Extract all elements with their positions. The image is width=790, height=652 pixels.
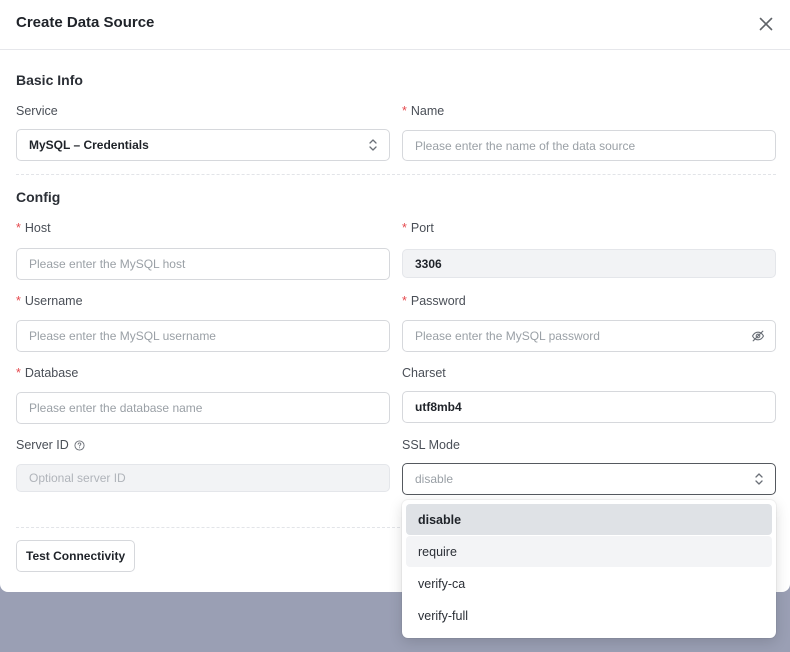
close-icon[interactable] [756,14,776,34]
eye-off-icon[interactable] [751,329,765,343]
help-circle-icon[interactable] [74,439,85,451]
name-label: * Name [402,104,444,118]
charset-label: Charset [402,366,446,380]
service-label: Service [16,104,58,118]
server-id-label-text: Server ID [16,438,69,452]
required-marker: * [16,221,21,235]
config-heading: Config [16,189,61,205]
password-placeholder: Please enter the MySQL password [415,329,600,343]
host-placeholder: Please enter the MySQL host [29,257,186,271]
service-label-text: Service [16,104,58,118]
server-id-label: Server ID [16,438,85,452]
server-id-input[interactable]: Optional server ID [16,464,390,492]
chevron-up-down-icon [753,472,765,486]
username-input[interactable]: Please enter the MySQL username [16,320,390,352]
service-value: MySQL – Credentials [29,138,149,152]
required-marker: * [16,366,21,380]
ssl-mode-label-text: SSL Mode [402,438,460,452]
required-marker: * [402,221,407,235]
charset-value: utf8mb4 [415,400,462,414]
required-marker: * [16,294,21,308]
dialog-header: Create Data Source [0,0,790,50]
test-connectivity-button[interactable]: Test Connectivity [16,540,136,572]
name-label-text: Name [410,104,445,118]
username-label: * Username [16,294,83,308]
name-placeholder: Please enter the name of the data source [415,138,636,153]
password-label-text: Password [410,294,466,308]
ssl-option-verify-ca[interactable]: verify-ca [406,568,772,599]
port-label: * Port [402,221,434,235]
database-placeholder: Please enter the database name [29,401,203,415]
port-input[interactable]: 3306 [402,249,776,278]
charset-label-text: Charset [402,366,446,380]
basic-info-heading: Basic Info [16,72,83,88]
required-marker: * [402,104,407,118]
database-input[interactable]: Please enter the database name [16,392,390,424]
required-marker: * [402,294,407,308]
password-input[interactable]: Please enter the MySQL password [402,320,776,352]
host-input[interactable]: Please enter the MySQL host [16,248,390,280]
chevron-up-down-icon [367,138,379,152]
host-label: * Host [16,221,51,235]
username-placeholder: Please enter the MySQL username [29,329,216,343]
ssl-mode-label: SSL Mode [402,438,460,452]
ssl-option-require[interactable]: require [406,536,772,567]
name-input[interactable]: Please enter the name of the data source [402,130,776,161]
charset-input[interactable]: utf8mb4 [402,391,776,423]
host-label-text: Host [24,221,51,235]
database-label: * Database [16,366,78,380]
username-label-text: Username [24,294,83,308]
port-value: 3306 [415,256,442,271]
service-select[interactable]: MySQL – Credentials [16,129,390,161]
port-label-text: Port [410,221,434,235]
password-label: * Password [402,294,466,308]
ssl-option-verify-full[interactable]: verify-full [406,600,772,631]
section-divider [16,174,776,175]
server-id-placeholder: Optional server ID [29,471,126,485]
ssl-mode-value: disable [415,472,454,486]
database-label-text: Database [24,366,79,380]
ssl-mode-dropdown: disable require verify-ca verify-full [402,500,776,638]
ssl-option-disable[interactable]: disable [406,504,772,535]
dialog-title: Create Data Source [16,14,155,31]
ssl-mode-select[interactable]: disable [402,463,776,495]
